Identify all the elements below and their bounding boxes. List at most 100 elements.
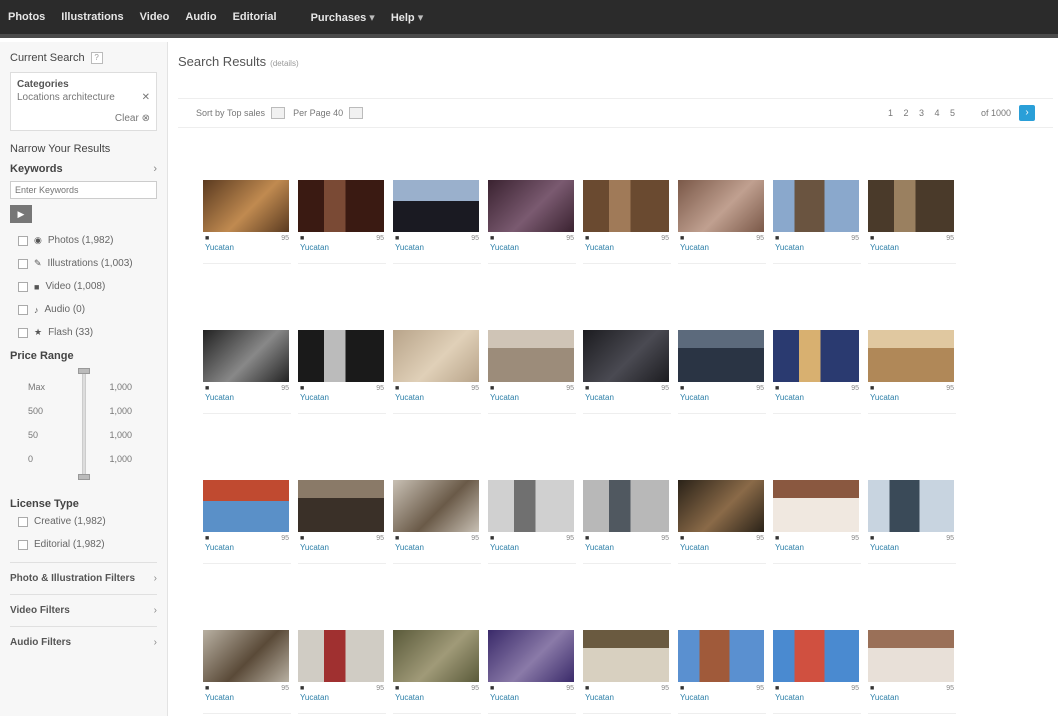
result-tile[interactable]: ■ 95 Yucatan (393, 480, 481, 564)
result-tile[interactable]: ■ 95 Yucatan (583, 480, 671, 564)
tile-name-link[interactable]: Yucatan (203, 393, 291, 402)
result-tile[interactable]: ■ 95 Yucatan (488, 180, 576, 264)
remove-icon[interactable]: ✕ (142, 92, 150, 103)
result-thumbnail[interactable] (393, 330, 479, 382)
sort-select[interactable]: Top sales (227, 108, 265, 118)
result-tile[interactable]: ■ 95 Yucatan (298, 480, 386, 564)
result-tile[interactable]: ■ 95 Yucatan (203, 630, 291, 714)
result-thumbnail[interactable] (773, 330, 859, 382)
next-arrow-icon[interactable]: › (1019, 105, 1035, 121)
result-tile[interactable]: ■ 95 Yucatan (393, 330, 481, 414)
video-filters[interactable]: Video Filters › (10, 594, 157, 626)
tile-name-link[interactable]: Yucatan (868, 243, 956, 252)
result-tile[interactable]: ■ 95 Yucatan (488, 630, 576, 714)
tile-name-link[interactable]: Yucatan (868, 693, 956, 702)
license-editorial[interactable]: Editorial (1,982) (18, 539, 157, 550)
tile-name-link[interactable]: Yucatan (203, 693, 291, 702)
result-thumbnail[interactable] (298, 330, 384, 382)
tile-name-link[interactable]: Yucatan (773, 693, 861, 702)
result-thumbnail[interactable] (583, 330, 669, 382)
result-tile[interactable]: ■ 95 Yucatan (773, 630, 861, 714)
media-type-filter[interactable]: ♪ Audio (0) (18, 304, 157, 315)
tile-name-link[interactable]: Yucatan (298, 243, 386, 252)
tile-name-link[interactable]: Yucatan (203, 543, 291, 552)
result-thumbnail[interactable] (773, 480, 859, 532)
categories-value[interactable]: Locations architecture ✕ (17, 92, 150, 103)
tile-name-link[interactable]: Yucatan (488, 693, 576, 702)
checkbox[interactable] (18, 281, 28, 292)
result-tile[interactable]: ■ 95 Yucatan (488, 480, 576, 564)
checkbox[interactable] (18, 304, 28, 315)
tile-name-link[interactable]: Yucatan (488, 243, 576, 252)
slider-handle-top[interactable] (78, 368, 90, 374)
result-tile[interactable]: ■ 95 Yucatan (203, 480, 291, 564)
result-tile[interactable]: ■ 95 Yucatan (773, 480, 861, 564)
tile-name-link[interactable]: Yucatan (298, 693, 386, 702)
tile-name-link[interactable]: Yucatan (393, 693, 481, 702)
result-thumbnail[interactable] (583, 180, 669, 232)
tile-name-link[interactable]: Yucatan (298, 393, 386, 402)
keyword-input[interactable] (10, 181, 157, 199)
tile-name-link[interactable]: Yucatan (678, 243, 766, 252)
result-thumbnail[interactable] (868, 480, 954, 532)
help-icon[interactable]: ? (90, 52, 103, 64)
tile-name-link[interactable]: Yucatan (678, 393, 766, 402)
tile-name-link[interactable]: Yucatan (678, 693, 766, 702)
result-tile[interactable]: ■ 95 Yucatan (203, 180, 291, 264)
result-thumbnail[interactable] (298, 630, 384, 682)
result-thumbnail[interactable] (678, 480, 764, 532)
result-tile[interactable]: ■ 95 Yucatan (678, 630, 766, 714)
result-tile[interactable]: ■ 95 Yucatan (868, 480, 956, 564)
clear-link[interactable]: Clear ⊗ (17, 113, 150, 124)
result-thumbnail[interactable] (678, 180, 764, 232)
per-page-dropdown-icon[interactable] (349, 107, 364, 119)
result-thumbnail[interactable] (678, 330, 764, 382)
price-range-header[interactable]: Price Range (10, 350, 157, 362)
result-tile[interactable]: ■ 95 Yucatan (298, 180, 386, 264)
tile-name-link[interactable]: Yucatan (773, 243, 861, 252)
checkbox[interactable] (18, 258, 28, 269)
result-thumbnail[interactable] (203, 630, 289, 682)
license-creative[interactable]: Creative (1,982) (18, 516, 157, 527)
tile-name-link[interactable]: Yucatan (868, 393, 956, 402)
nav-audio[interactable]: Audio (185, 11, 216, 23)
result-tile[interactable]: ■ 95 Yucatan (298, 630, 386, 714)
result-tile[interactable]: ■ 95 Yucatan (488, 330, 576, 414)
tile-name-link[interactable]: Yucatan (488, 393, 576, 402)
nav-editorial[interactable]: Editorial (233, 11, 277, 23)
result-tile[interactable]: ■ 95 Yucatan (868, 180, 956, 264)
result-tile[interactable]: ■ 95 Yucatan (678, 330, 766, 414)
tile-name-link[interactable]: Yucatan (393, 393, 481, 402)
media-type-filter[interactable]: ✎ Illustrations (1,003) (18, 258, 157, 269)
result-tile[interactable]: ■ 95 Yucatan (773, 330, 861, 414)
checkbox[interactable] (18, 516, 28, 527)
nav-purchases[interactable]: Purchases (311, 11, 375, 24)
media-type-filter[interactable]: ★ Flash (33) (18, 327, 157, 338)
result-tile[interactable]: ■ 95 Yucatan (393, 630, 481, 714)
pagination[interactable]: 1 2 3 4 5 (888, 108, 959, 118)
result-thumbnail[interactable] (868, 180, 954, 232)
result-tile[interactable]: ■ 95 Yucatan (678, 180, 766, 264)
checkbox[interactable] (18, 327, 28, 338)
tile-name-link[interactable]: Yucatan (203, 243, 291, 252)
nav-illustrations[interactable]: Illustrations (61, 11, 123, 23)
result-tile[interactable]: ■ 95 Yucatan (393, 180, 481, 264)
keywords-header[interactable]: Keywords › (10, 163, 157, 175)
result-thumbnail[interactable] (203, 480, 289, 532)
tile-name-link[interactable]: Yucatan (583, 693, 671, 702)
result-thumbnail[interactable] (298, 180, 384, 232)
result-thumbnail[interactable] (488, 630, 574, 682)
nav-video[interactable]: Video (140, 11, 170, 23)
tile-name-link[interactable]: Yucatan (868, 543, 956, 552)
result-thumbnail[interactable] (393, 480, 479, 532)
media-type-filter[interactable]: ◉ Photos (1,982) (18, 235, 157, 246)
result-thumbnail[interactable] (868, 630, 954, 682)
result-tile[interactable]: ■ 95 Yucatan (583, 330, 671, 414)
sort-dropdown-icon[interactable] (271, 107, 286, 119)
media-type-filter[interactable]: ■ Video (1,008) (18, 281, 157, 292)
license-type-header[interactable]: License Type (10, 498, 157, 510)
tile-name-link[interactable]: Yucatan (678, 543, 766, 552)
nav-help[interactable]: Help (391, 11, 423, 24)
result-tile[interactable]: ■ 95 Yucatan (868, 330, 956, 414)
tile-name-link[interactable]: Yucatan (488, 543, 576, 552)
